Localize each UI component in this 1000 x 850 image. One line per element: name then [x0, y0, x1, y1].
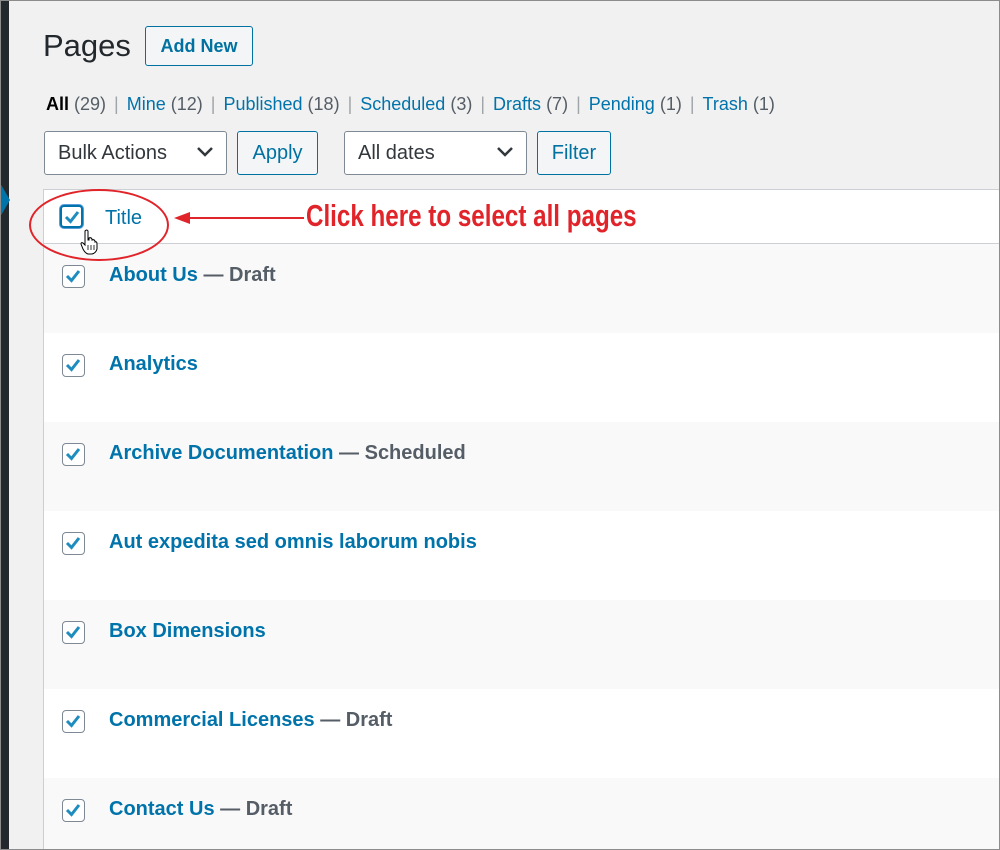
filter-count: (18) [307, 94, 340, 114]
chevron-down-icon [497, 147, 513, 157]
filter-link-pending[interactable]: Pending [589, 94, 655, 114]
chevron-down-icon [197, 147, 213, 157]
filter-count: (1) [752, 94, 775, 114]
checkmark-icon [65, 359, 81, 372]
current-menu-arrow-icon [0, 183, 10, 217]
filter-count: (3) [450, 94, 473, 114]
table-row: Box Dimensions [44, 600, 1000, 689]
page-title-link[interactable]: Box Dimensions [109, 620, 266, 642]
table-row: Contact Us — Draft [44, 778, 1000, 850]
filter-count: (7) [546, 94, 569, 114]
filter-item-all: All (29) [46, 92, 106, 116]
page-title-link[interactable]: Archive Documentation [109, 442, 333, 464]
page-title-link[interactable]: Contact Us [109, 798, 215, 820]
filter-link-drafts[interactable]: Drafts [493, 94, 541, 114]
filter-separator: | [689, 94, 695, 114]
filter-count: (12) [170, 94, 203, 114]
row-title: Box Dimensions [109, 620, 266, 643]
filter-separator: | [210, 94, 216, 114]
page-title-link[interactable]: About Us [109, 264, 198, 286]
filter-button[interactable]: Filter [537, 131, 611, 175]
annotation-arrow-icon [174, 212, 304, 224]
admin-sidebar [0, 0, 10, 850]
dates-value: All dates [358, 141, 435, 164]
filter-item-drafts: Drafts (7) [493, 92, 568, 116]
filter-item-trash: Trash (1) [703, 92, 775, 116]
filter-item-mine: Mine (12) [127, 92, 203, 116]
row-title: Aut expedita sed omnis laborum nobis [109, 531, 477, 554]
pages-list-table: Title About Us — Draft Analytics Archive D… [43, 189, 1000, 850]
filter-link-all[interactable]: All [46, 94, 69, 114]
filter-separator: | [114, 94, 119, 114]
table-row: Aut expedita sed omnis laborum nobis [44, 511, 1000, 600]
filter-link-trash[interactable]: Trash [703, 94, 748, 114]
row-title: Commercial Licenses — Draft [109, 709, 392, 732]
filter-link-published[interactable]: Published [223, 94, 302, 114]
table-row: Commercial Licenses — Draft [44, 689, 1000, 778]
table-row: Archive Documentation — Scheduled [44, 422, 1000, 511]
filter-count: (1) [659, 94, 682, 114]
apply-button[interactable]: Apply [237, 131, 318, 175]
row-checkbox[interactable] [62, 799, 85, 822]
filter-separator: | [576, 94, 581, 114]
checkmark-icon [65, 804, 81, 817]
bulk-actions-select[interactable]: Bulk Actions [44, 131, 227, 175]
row-title: Contact Us — Draft [109, 798, 292, 821]
post-state: — Draft [214, 798, 293, 820]
bulk-actions-value: Bulk Actions [58, 141, 167, 164]
row-checkbox[interactable] [62, 532, 85, 555]
row-checkbox[interactable] [62, 710, 85, 733]
row-title: Archive Documentation — Scheduled [109, 442, 466, 465]
row-checkbox[interactable] [62, 265, 85, 288]
dates-select[interactable]: All dates [344, 131, 527, 175]
filter-separator: | [347, 94, 353, 114]
filter-separator: | [480, 94, 486, 114]
hand-pointer-cursor-icon [80, 229, 98, 255]
checkmark-icon [65, 626, 81, 639]
page-title-link[interactable]: Commercial Licenses [109, 709, 315, 731]
page-title: Pages [43, 28, 131, 63]
post-state: — Draft [314, 709, 393, 731]
filter-item-scheduled: Scheduled (3) [360, 92, 472, 116]
checkmark-icon [65, 448, 81, 461]
checkmark-icon [65, 537, 81, 550]
annotation-text: Click here to select all pages [306, 198, 637, 233]
row-checkbox[interactable] [62, 443, 85, 466]
post-state: — Scheduled [333, 442, 466, 464]
filter-count: (29) [74, 94, 107, 114]
filter-item-pending: Pending (1) [589, 92, 682, 116]
row-title: About Us — Draft [109, 264, 276, 287]
status-filter-links: All (29) | Mine (12) | Published (18) | Schedu… [46, 92, 775, 116]
post-state: — Draft [197, 264, 276, 286]
row-checkbox[interactable] [62, 354, 85, 377]
page-title-link[interactable]: Aut expedita sed omnis laborum nobis [109, 531, 477, 553]
checkmark-icon [65, 715, 81, 728]
filter-link-scheduled[interactable]: Scheduled [360, 94, 445, 114]
page-title-link[interactable]: Analytics [109, 353, 198, 375]
table-row: Analytics [44, 333, 1000, 422]
checkmark-icon [65, 270, 81, 283]
filter-link-mine[interactable]: Mine [127, 94, 166, 114]
table-row: About Us — Draft [44, 244, 1000, 333]
add-new-button[interactable]: Add New [145, 26, 253, 66]
row-title: Analytics [109, 353, 198, 376]
annotation-circle [29, 189, 169, 261]
filter-item-published: Published (18) [223, 92, 339, 116]
row-checkbox[interactable] [62, 621, 85, 644]
